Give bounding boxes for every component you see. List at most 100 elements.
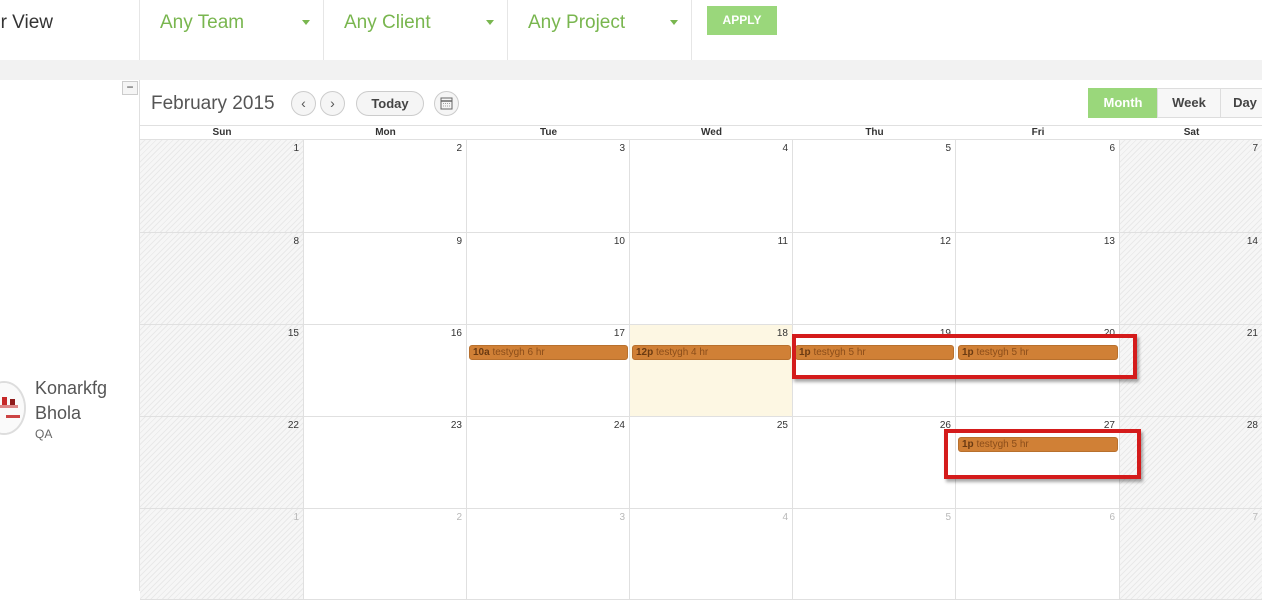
filter-bar: er View Any Team Any Client Any Project …: [0, 0, 1262, 60]
calendar-title: February 2015: [151, 93, 275, 114]
day-header: Sun: [212, 127, 232, 138]
day-number: 7: [1252, 143, 1258, 154]
day-cell[interactable]: 9: [304, 233, 467, 325]
day-number: 16: [450, 328, 462, 339]
day-cell[interactable]: 7: [1120, 140, 1262, 233]
day-header: Sat: [1183, 127, 1200, 138]
day-cell[interactable]: 7: [1120, 509, 1262, 600]
day-cell[interactable]: 8: [140, 233, 304, 325]
client-filter[interactable]: Any Client: [323, 0, 508, 60]
day-number: 24: [613, 420, 625, 431]
day-cell[interactable]: 14: [1120, 233, 1262, 325]
day-cell[interactable]: 17: [467, 325, 630, 417]
day-number: 7: [1252, 512, 1258, 523]
highlight-box: [792, 334, 1137, 379]
day-cell[interactable]: 23: [304, 417, 467, 509]
day-number: 4: [782, 143, 788, 154]
day-cell[interactable]: 15: [140, 325, 304, 417]
user-name: Konarkfg Bhola: [35, 378, 108, 423]
day-cell[interactable]: 3: [467, 140, 630, 233]
day-number: 1: [293, 512, 299, 523]
day-number: 2: [456, 143, 462, 154]
view-title: er View: [0, 12, 54, 33]
day-cell[interactable]: 12: [793, 233, 956, 325]
day-number: 25: [776, 420, 788, 431]
day-number: 2: [456, 512, 462, 523]
day-cell[interactable]: 5: [793, 509, 956, 600]
day-number: 3: [619, 512, 625, 523]
user-role: QA: [35, 427, 53, 441]
day-number: 4: [782, 512, 788, 523]
day-number: 12: [939, 236, 951, 247]
day-header: Fri: [1031, 127, 1045, 138]
day-header: Tue: [539, 127, 558, 138]
day-number: 6: [1109, 512, 1115, 523]
day-header: Mon: [375, 127, 396, 138]
day-number: 8: [293, 236, 299, 247]
chevron-down-icon: [486, 20, 494, 25]
day-cell[interactable]: 5: [793, 140, 956, 233]
date-picker-button[interactable]: [434, 91, 459, 116]
day-cell[interactable]: 2: [304, 140, 467, 233]
event-time: 12p: [636, 347, 654, 358]
day-number: 18: [776, 328, 788, 339]
day-number: 3: [619, 143, 625, 154]
day-number: 22: [287, 420, 299, 431]
collapse-button[interactable]: −: [122, 81, 138, 95]
team-filter-label: Any Team: [160, 12, 245, 33]
toolbar-strip: [0, 60, 1262, 80]
day-cell[interactable]: 4: [630, 140, 793, 233]
day-cell[interactable]: 10: [467, 233, 630, 325]
day-cell[interactable]: 1: [140, 509, 304, 600]
event-time: 10a: [473, 347, 490, 358]
apply-button[interactable]: APPLY: [707, 6, 777, 35]
day-number: 11: [777, 236, 788, 247]
day-cell[interactable]: 3: [467, 509, 630, 600]
day-cell[interactable]: 26: [793, 417, 956, 509]
calendar-event[interactable]: 12p testygh 4 hr: [632, 345, 791, 360]
month-view-button[interactable]: Month: [1088, 88, 1158, 118]
event-title: testygh 4 hr: [656, 347, 709, 358]
week-view-button[interactable]: Week: [1157, 88, 1221, 118]
day-cell[interactable]: 2: [304, 509, 467, 600]
day-number: 21: [1246, 328, 1258, 339]
day-view-button[interactable]: Day: [1220, 88, 1262, 118]
day-cell[interactable]: 6: [956, 140, 1120, 233]
today-button[interactable]: Today: [356, 91, 424, 116]
next-month-button[interactable]: ›: [320, 91, 345, 116]
calendar-icon: [440, 97, 453, 110]
project-filter[interactable]: Any Project: [507, 0, 692, 60]
day-cell[interactable]: 24: [467, 417, 630, 509]
day-number: 15: [287, 328, 299, 339]
day-cell[interactable]: 22: [140, 417, 304, 509]
day-cell[interactable]: 4: [630, 509, 793, 600]
day-number: 23: [450, 420, 462, 431]
team-filter[interactable]: Any Team: [139, 0, 324, 60]
day-cell[interactable]: 18: [630, 325, 793, 417]
day-cell[interactable]: 21: [1120, 325, 1262, 417]
day-number: 10: [613, 236, 625, 247]
day-header: Thu: [865, 127, 884, 138]
highlight-box: [944, 429, 1141, 479]
day-cell[interactable]: 25: [630, 417, 793, 509]
day-cell[interactable]: 1: [140, 140, 304, 233]
day-cell[interactable]: 6: [956, 509, 1120, 600]
prev-month-button[interactable]: ‹: [291, 91, 316, 116]
day-cell[interactable]: 16: [304, 325, 467, 417]
day-number: 6: [1109, 143, 1115, 154]
divider: [691, 0, 692, 60]
calendar-event[interactable]: 10a testygh 6 hr: [469, 345, 628, 360]
chevron-down-icon: [670, 20, 678, 25]
day-cell[interactable]: 11: [630, 233, 793, 325]
chevron-down-icon: [302, 20, 310, 25]
event-title: testygh 6 hr: [492, 347, 545, 358]
day-number: 28: [1246, 420, 1258, 431]
day-header-row: Sun Mon Tue Wed Thu Fri Sat: [140, 125, 1262, 140]
day-cell[interactable]: 13: [956, 233, 1120, 325]
day-number: 1: [293, 143, 299, 154]
day-number: 5: [945, 512, 951, 523]
day-number: 14: [1246, 236, 1258, 247]
client-filter-label: Any Client: [344, 12, 431, 33]
day-cell[interactable]: 28: [1120, 417, 1262, 509]
day-number: 17: [613, 328, 625, 339]
